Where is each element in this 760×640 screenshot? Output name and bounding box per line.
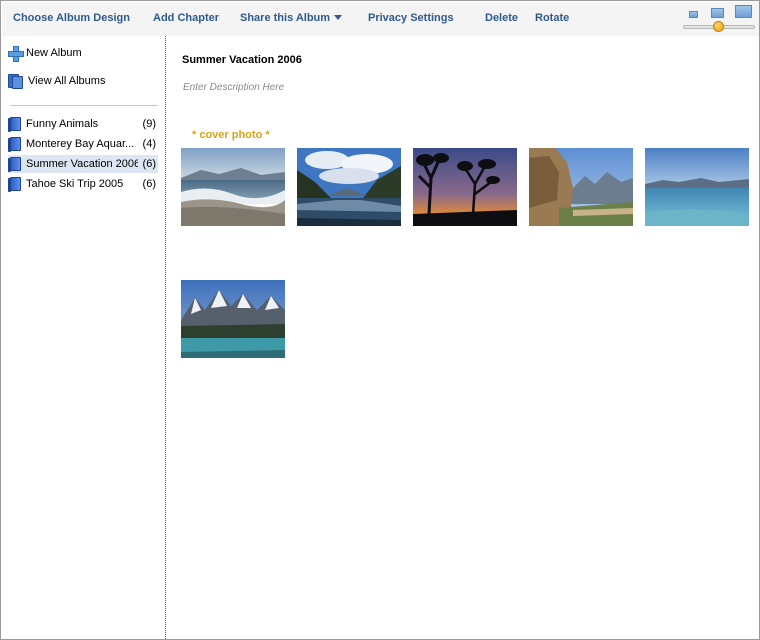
- cover-photo-label: * cover photo *: [192, 129, 270, 141]
- album-item[interactable]: Tahoe Ski Trip 2005 (6): [8, 175, 158, 193]
- album-name: Monterey Bay Aquar...: [26, 138, 135, 150]
- photo-thumbnail[interactable]: [413, 148, 517, 226]
- cliff-mountains-image: [529, 148, 633, 226]
- albums-icon: [8, 73, 24, 89]
- large-thumbnail-icon[interactable]: [735, 5, 752, 18]
- view-all-albums-button[interactable]: View All Albums: [8, 72, 158, 90]
- mountain-lake-snow-image: [181, 280, 285, 358]
- album-count: (4): [142, 138, 156, 150]
- photo-thumbnail[interactable]: [529, 148, 633, 226]
- slider-knob[interactable]: [713, 21, 724, 32]
- app-window: Choose Album Design Add Chapter Share th…: [0, 0, 760, 640]
- choose-album-design-button[interactable]: Choose Album Design: [13, 11, 130, 25]
- book-icon: [8, 116, 22, 132]
- add-chapter-button[interactable]: Add Chapter: [153, 11, 219, 25]
- album-item[interactable]: Monterey Bay Aquar... (4): [8, 135, 158, 153]
- photo-thumbnail[interactable]: [297, 148, 401, 226]
- book-icon: [8, 136, 22, 152]
- beach-waves-image: [181, 148, 285, 226]
- toolbar: Choose Album Design Add Chapter Share th…: [2, 2, 759, 36]
- book-icon: [8, 176, 22, 192]
- sidebar-divider: [10, 105, 158, 106]
- album-view: Summer Vacation 2006 Enter Description H…: [167, 36, 759, 639]
- small-thumbnail-icon[interactable]: [689, 11, 698, 18]
- album-name: Funny Animals: [26, 118, 99, 130]
- book-icon: [8, 156, 22, 172]
- album-count: (9): [142, 118, 156, 130]
- sea-horizon-image: [645, 148, 749, 226]
- privacy-settings-button[interactable]: Privacy Settings: [368, 11, 454, 25]
- photo-thumbnail[interactable]: [645, 148, 749, 226]
- delete-button[interactable]: Delete: [485, 11, 518, 25]
- album-item[interactable]: Funny Animals (9): [8, 115, 158, 133]
- sidebar: New Album View All Albums Funny Animals …: [2, 36, 165, 639]
- share-album-label: Share this Album: [240, 12, 331, 24]
- plus-icon: [8, 46, 24, 62]
- photo-thumbnail[interactable]: [181, 148, 285, 226]
- album-name: Summer Vacation 2006: [26, 158, 138, 170]
- new-album-button[interactable]: New Album: [8, 44, 158, 62]
- description-field[interactable]: Enter Description Here: [183, 82, 284, 93]
- album-item-selected[interactable]: Summer Vacation 2006 (6): [8, 155, 158, 173]
- album-title[interactable]: Summer Vacation 2006: [182, 54, 302, 66]
- pane-divider: [165, 36, 166, 639]
- photo-thumbnail[interactable]: [181, 280, 285, 358]
- album-count: (6): [142, 178, 156, 190]
- album-count: (6): [142, 158, 156, 170]
- rotate-button[interactable]: Rotate: [535, 11, 569, 25]
- tree-silhouette-sunset-image: [413, 148, 517, 226]
- new-album-label: New Album: [26, 47, 82, 59]
- album-name: Tahoe Ski Trip 2005: [26, 178, 124, 190]
- chevron-down-icon: [334, 14, 343, 20]
- thumbnail-size-icons: [687, 5, 755, 19]
- mountain-lake-clouds-image: [297, 148, 401, 226]
- medium-thumbnail-icon[interactable]: [711, 8, 724, 18]
- share-album-button[interactable]: Share this Album: [240, 11, 343, 25]
- view-all-albums-label: View All Albums: [28, 75, 106, 87]
